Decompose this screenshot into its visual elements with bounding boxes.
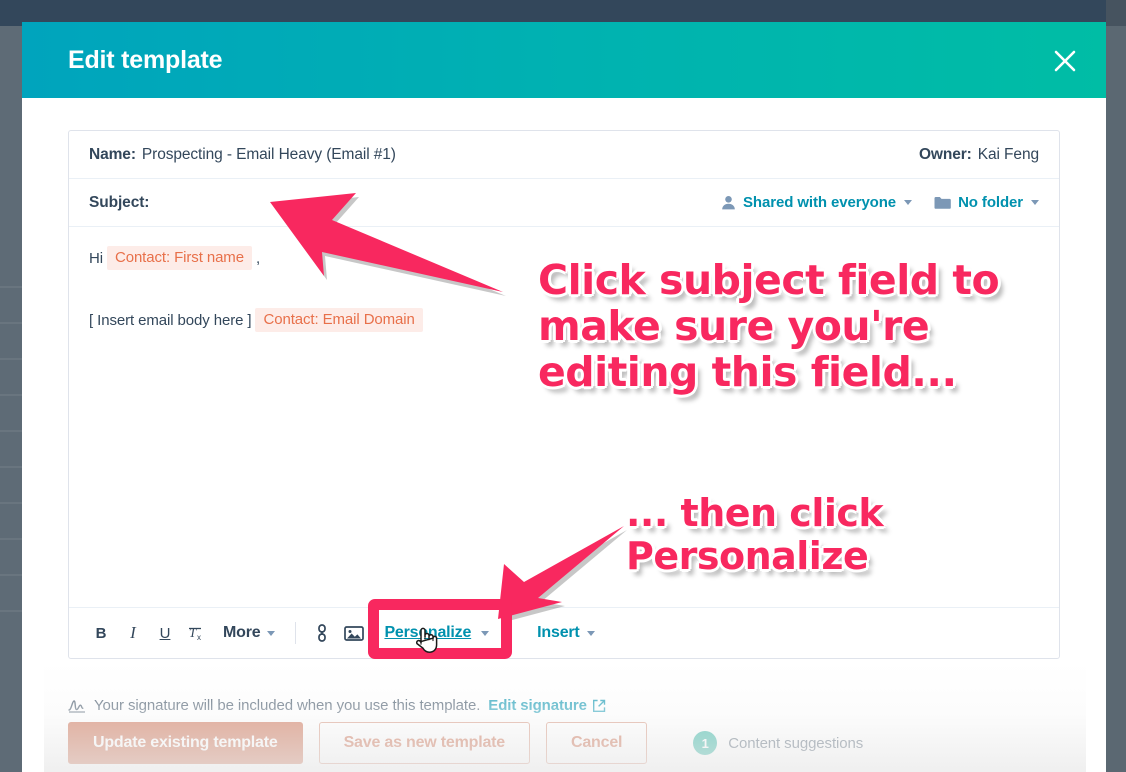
owner-label: Owner:	[918, 145, 972, 163]
content-suggestions[interactable]: 1 Content suggestions	[693, 731, 863, 755]
template-editor-card: Name: Prospecting - Email Heavy (Email #…	[68, 130, 1060, 659]
signature-notice: Your signature will be included when you…	[68, 697, 606, 714]
background-right-rail	[1106, 0, 1126, 772]
personalize-dropdown[interactable]: Personalize	[374, 617, 499, 649]
italic-button[interactable]: I	[117, 617, 149, 649]
chevron-down-icon	[586, 630, 595, 636]
modal-footer: Update existing template Save as new tem…	[22, 714, 1106, 772]
content-suggestions-label: Content suggestions	[728, 734, 864, 752]
folder-dropdown[interactable]: No folder	[934, 194, 1039, 211]
chevron-down-icon	[481, 630, 490, 636]
save-as-new-template-button[interactable]: Save as new template	[318, 722, 530, 764]
more-formatting-dropdown[interactable]: More	[213, 617, 285, 649]
body-placeholder-text: [ Insert email body here ]	[89, 311, 252, 329]
body-greeting-line: Hi Contact: First name ,	[89, 246, 1039, 270]
insert-dropdown[interactable]: Insert	[527, 617, 604, 649]
external-link-icon	[592, 699, 606, 713]
image-icon[interactable]	[338, 617, 370, 649]
signature-icon	[68, 699, 86, 713]
bold-button[interactable]: B	[85, 617, 117, 649]
email-body-editor[interactable]: Hi Contact: First name , [ Insert email …	[69, 228, 1059, 607]
folder-label: No folder	[958, 194, 1023, 211]
owner-value: Kai Feng	[977, 145, 1039, 163]
personalization-token-email-domain[interactable]: Contact: Email Domain	[255, 308, 423, 332]
svg-text:x: x	[197, 633, 201, 642]
name-label: Name:	[89, 145, 136, 163]
insert-label: Insert	[537, 624, 580, 641]
update-existing-template-button[interactable]: Update existing template	[68, 722, 303, 764]
greeting-suffix: ,	[255, 249, 261, 267]
page-title: Edit template	[68, 46, 223, 74]
chevron-down-icon	[904, 200, 913, 205]
status-badge: 1	[693, 731, 718, 755]
chevron-down-icon	[267, 630, 276, 636]
edit-signature-label: Edit signature	[488, 697, 587, 714]
background-left-rail	[0, 26, 22, 772]
person-icon	[721, 195, 736, 211]
chevron-down-icon	[1031, 200, 1039, 205]
edit-template-modal: Edit template Name: Prospecting - Email …	[22, 22, 1106, 772]
shared-with-everyone-label: Shared with everyone	[743, 194, 897, 211]
personalize-label: Personalize	[384, 624, 472, 641]
underline-button[interactable]: U	[149, 617, 181, 649]
background-right-strip	[1106, 0, 1126, 26]
template-name-value[interactable]: Prospecting - Email Heavy (Email #1)	[142, 146, 396, 164]
shared-with-everyone-dropdown[interactable]: Shared with everyone	[721, 194, 913, 211]
folder-icon	[934, 196, 951, 210]
close-icon[interactable]	[1046, 42, 1084, 80]
subject-label: Subject:	[89, 193, 150, 211]
cancel-button[interactable]: Cancel	[546, 722, 648, 764]
link-icon[interactable]	[306, 617, 338, 649]
toolbar-divider	[295, 622, 297, 644]
template-name-row: Name: Prospecting - Email Heavy (Email #…	[69, 131, 1059, 179]
svg-text:T: T	[189, 625, 197, 640]
subject-field-row[interactable]: Subject: Shared with everyone No folder	[69, 179, 1059, 227]
greeting-prefix: Hi	[89, 249, 103, 267]
clear-formatting-button[interactable]: T x	[181, 617, 213, 649]
personalization-token-first-name[interactable]: Contact: First name	[106, 246, 252, 270]
modal-header: Edit template	[22, 22, 1106, 98]
more-label: More	[223, 624, 261, 641]
rich-text-toolbar: B I U T x More Personalize Insert	[69, 607, 1059, 658]
body-placeholder-line: [ Insert email body here ] Contact: Emai…	[89, 308, 1039, 332]
signature-text: Your signature will be included when you…	[94, 697, 481, 714]
edit-signature-link[interactable]: Edit signature	[488, 697, 606, 714]
